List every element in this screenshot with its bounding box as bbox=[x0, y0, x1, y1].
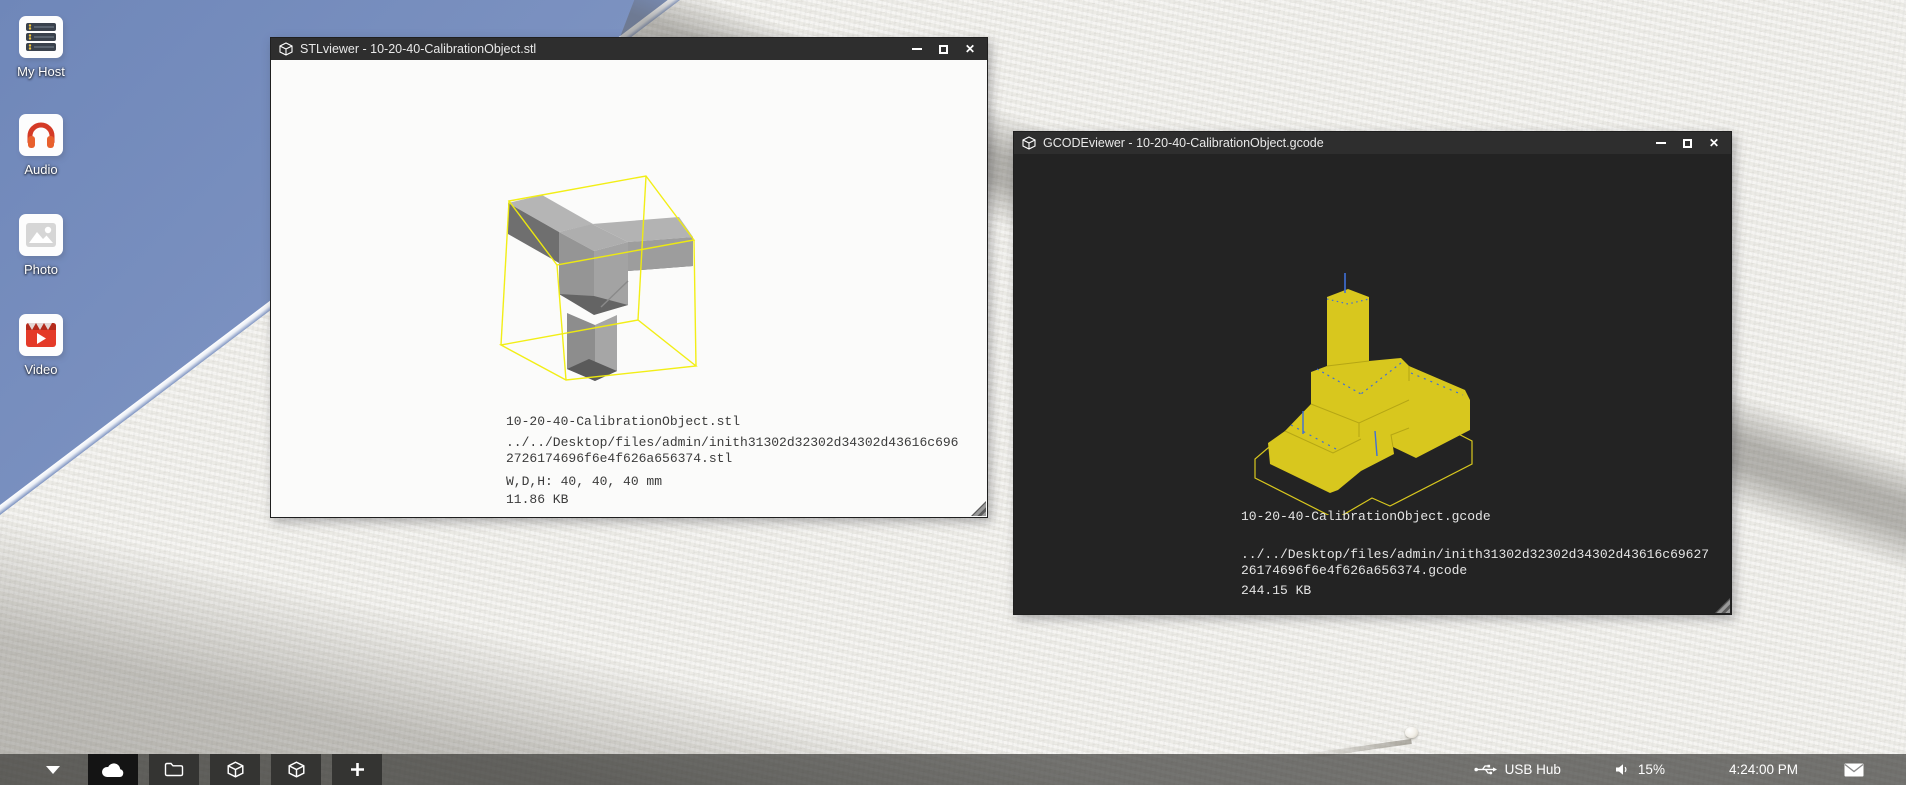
usb-tray-item[interactable]: USB Hub bbox=[1474, 762, 1561, 777]
taskbar-buttons bbox=[88, 754, 382, 785]
headphones-icon bbox=[19, 114, 63, 156]
stl-viewer-window: STLviewer - 10-20-40-CalibrationObject.s… bbox=[270, 37, 988, 518]
chevron-down-icon[interactable] bbox=[44, 766, 62, 775]
gcode-path-line-1: ../../Desktop/files/admin/inith31302d323… bbox=[1241, 547, 1709, 563]
stl-3d-model bbox=[481, 163, 721, 403]
speaker-icon bbox=[1615, 763, 1630, 776]
gcode-viewer-window: GCODEviewer - 10-20-40-CalibrationObject… bbox=[1013, 131, 1732, 615]
plus-icon bbox=[350, 762, 365, 777]
window-title: GCODEviewer - 10-20-40-CalibrationObject… bbox=[1043, 136, 1646, 150]
stl-path-line-1: ../../Desktop/files/admin/inith31302d323… bbox=[506, 435, 958, 451]
clock[interactable]: 4:24:00 PM bbox=[1729, 762, 1798, 777]
taskbar: USB Hub 15% 4:24:00 PM bbox=[0, 754, 1906, 785]
gcode-file-info: 10-20-40-CalibrationObject.gcode ../../D… bbox=[1241, 509, 1709, 599]
desktop-icon-photo[interactable]: Photo bbox=[0, 214, 82, 277]
desktop-icon-label: My Host bbox=[0, 64, 82, 79]
cube-icon bbox=[1022, 136, 1036, 150]
desktop-icon-video[interactable]: Video bbox=[0, 314, 82, 377]
close-button[interactable]: ✕ bbox=[965, 43, 975, 55]
gcode-3d-model bbox=[1241, 273, 1501, 515]
gcode-path-line-2: 26174696f6e4f626a656374.gcode bbox=[1241, 563, 1709, 579]
server-icon bbox=[19, 16, 63, 58]
cube-icon bbox=[288, 761, 305, 778]
desktop-icon-label: Photo bbox=[0, 262, 82, 277]
taskbar-button-files[interactable] bbox=[149, 754, 199, 785]
stl-filesize: 11.86 KB bbox=[506, 492, 958, 508]
cube-icon bbox=[279, 42, 293, 56]
maximize-button[interactable] bbox=[939, 45, 948, 54]
volume-tray-item[interactable]: 15% bbox=[1615, 762, 1665, 777]
volume-level: 15% bbox=[1638, 762, 1665, 777]
usb-label: USB Hub bbox=[1505, 762, 1561, 777]
gcode-filesize: 244.15 KB bbox=[1241, 583, 1709, 599]
gcode-filename: 10-20-40-CalibrationObject.gcode bbox=[1241, 509, 1709, 525]
cloud-icon bbox=[101, 762, 125, 778]
stl-filename: 10-20-40-CalibrationObject.stl bbox=[506, 414, 958, 430]
stl-viewport[interactable]: 10-20-40-CalibrationObject.stl ../../Des… bbox=[271, 60, 987, 517]
stl-dimensions: W,D,H: 40, 40, 40 mm bbox=[506, 474, 958, 490]
close-button[interactable]: ✕ bbox=[1709, 137, 1719, 149]
taskbar-button-stl-viewer[interactable] bbox=[210, 754, 260, 785]
window-title: STLviewer - 10-20-40-CalibrationObject.s… bbox=[300, 42, 902, 56]
taskbar-button-cloud[interactable] bbox=[88, 754, 138, 785]
video-icon bbox=[19, 314, 63, 356]
resize-grip[interactable] bbox=[1715, 598, 1730, 613]
desktop-icon-audio[interactable]: Audio bbox=[0, 114, 82, 177]
folder-icon bbox=[164, 762, 184, 777]
gcode-viewport[interactable]: 10-20-40-CalibrationObject.gcode ../../D… bbox=[1014, 154, 1731, 614]
stl-path-line-2: 2726174696f6e4f626a656374.stl bbox=[506, 451, 958, 467]
desktop-icon-label: Video bbox=[0, 362, 82, 377]
taskbar-button-gcode-viewer[interactable] bbox=[271, 754, 321, 785]
gcode-titlebar[interactable]: GCODEviewer - 10-20-40-CalibrationObject… bbox=[1014, 132, 1731, 154]
stl-titlebar[interactable]: STLviewer - 10-20-40-CalibrationObject.s… bbox=[271, 38, 987, 60]
usb-icon bbox=[1474, 763, 1498, 776]
mail-icon[interactable] bbox=[1844, 763, 1864, 777]
taskbar-button-add[interactable] bbox=[332, 754, 382, 785]
desktop-icon-label: Audio bbox=[0, 162, 82, 177]
stl-file-info: 10-20-40-CalibrationObject.stl ../../Des… bbox=[506, 414, 958, 508]
wall-peg bbox=[1405, 727, 1418, 738]
minimize-button[interactable] bbox=[912, 48, 922, 50]
desktop-icon-my-host[interactable]: My Host bbox=[0, 16, 82, 79]
cube-icon bbox=[227, 761, 244, 778]
photo-icon bbox=[19, 214, 63, 256]
minimize-button[interactable] bbox=[1656, 142, 1666, 144]
resize-grip[interactable] bbox=[971, 501, 986, 516]
maximize-button[interactable] bbox=[1683, 139, 1692, 148]
system-tray: USB Hub 15% 4:24:00 PM bbox=[1474, 754, 1906, 785]
